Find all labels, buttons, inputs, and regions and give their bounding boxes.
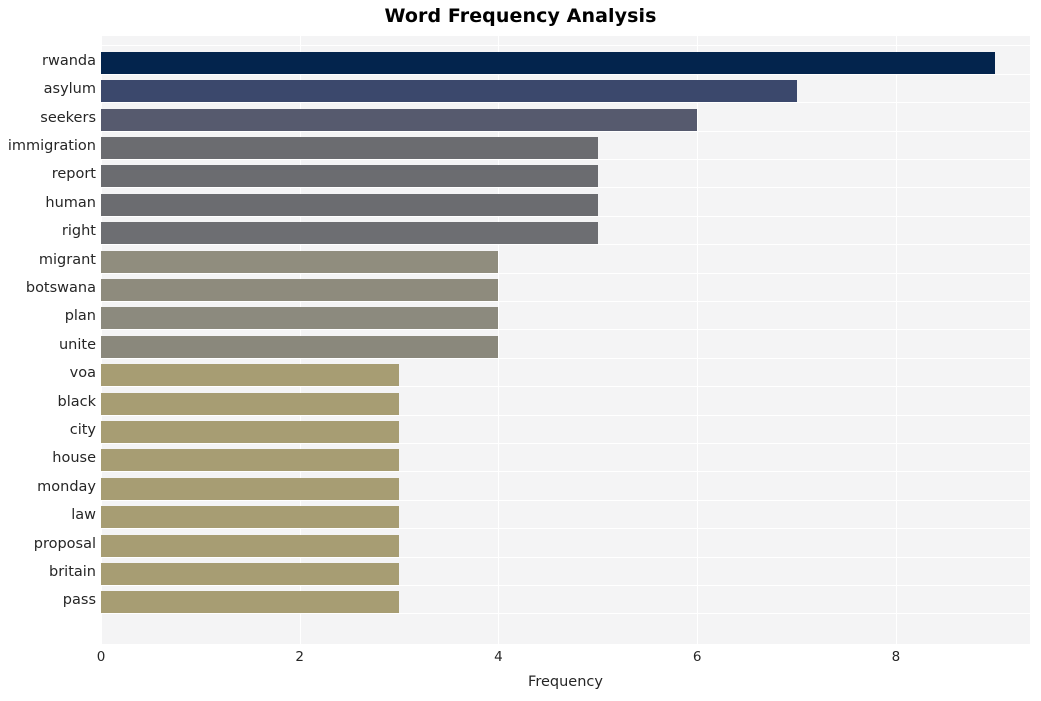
plot-area bbox=[101, 36, 1030, 644]
y-tick-label: botswana bbox=[25, 280, 96, 296]
y-tick-label: migrant bbox=[38, 251, 96, 268]
bar[interactable] bbox=[101, 279, 499, 301]
y-tick-label: black bbox=[57, 393, 97, 410]
bar-row bbox=[101, 503, 1030, 531]
y-tick-label: asylum bbox=[43, 81, 96, 98]
bar-row bbox=[101, 191, 1030, 219]
bar-row bbox=[101, 446, 1030, 474]
bar[interactable] bbox=[101, 307, 499, 330]
y-axis-tick-labels: rwanda asylum seekers immigration report huma… bbox=[0, 36, 96, 644]
bar[interactable] bbox=[101, 250, 499, 273]
bar-row bbox=[101, 49, 1030, 77]
x-tick-label: 8 bbox=[891, 649, 901, 665]
word-frequency-bar-chart: Word Frequency Analysis rwanda asylum seek… bbox=[0, 0, 1041, 701]
bar[interactable] bbox=[101, 563, 400, 585]
bar-row bbox=[101, 588, 1030, 616]
bar[interactable] bbox=[101, 108, 698, 131]
chart-title: Word Frequency Analysis bbox=[384, 5, 657, 27]
bar-row bbox=[101, 276, 1030, 304]
bar[interactable] bbox=[101, 222, 598, 245]
y-tick-label: rwanda bbox=[42, 52, 96, 69]
y-tick-label: human bbox=[45, 194, 96, 211]
bar[interactable] bbox=[101, 364, 400, 387]
y-tick-label: report bbox=[51, 166, 96, 183]
bar[interactable] bbox=[101, 421, 400, 443]
y-tick-label: seekers bbox=[40, 109, 96, 126]
bar[interactable] bbox=[101, 534, 400, 557]
bar[interactable] bbox=[101, 449, 400, 472]
y-tick-label: unite bbox=[58, 336, 96, 353]
bar[interactable] bbox=[101, 80, 797, 103]
bar[interactable] bbox=[101, 51, 996, 74]
bar[interactable] bbox=[101, 591, 400, 614]
bar-row bbox=[101, 475, 1030, 503]
y-tick-label: proposal bbox=[33, 535, 96, 552]
bar[interactable] bbox=[101, 137, 598, 159]
x-axis-label: Frequency bbox=[528, 674, 603, 690]
bar-row bbox=[101, 219, 1030, 247]
bar[interactable] bbox=[101, 165, 598, 188]
y-tick-label: city bbox=[69, 422, 96, 438]
bar-row bbox=[101, 390, 1030, 418]
bar-row bbox=[101, 106, 1030, 134]
bar-row bbox=[101, 77, 1030, 105]
x-tick-label: 4 bbox=[494, 649, 503, 665]
bar-row bbox=[101, 333, 1030, 361]
bar-row bbox=[101, 560, 1030, 588]
bar-row bbox=[101, 134, 1030, 162]
bar[interactable] bbox=[101, 392, 400, 415]
y-tick-label: right bbox=[61, 223, 96, 240]
y-tick-label: voa bbox=[69, 365, 96, 382]
y-gridline bbox=[101, 45, 1030, 47]
bar-row bbox=[101, 304, 1030, 332]
bar[interactable] bbox=[101, 335, 499, 358]
y-tick-label: pass bbox=[62, 592, 96, 609]
y-tick-label: plan bbox=[64, 308, 96, 325]
x-tick-label: 2 bbox=[295, 649, 304, 665]
y-tick-label: monday bbox=[37, 478, 96, 495]
bar-row bbox=[101, 162, 1030, 190]
bar-row bbox=[101, 532, 1030, 560]
y-tick-label: britain bbox=[49, 564, 96, 580]
bar[interactable] bbox=[101, 193, 598, 216]
y-tick-label: law bbox=[71, 507, 96, 524]
x-tick-label: 6 bbox=[692, 649, 702, 665]
bar-row bbox=[101, 361, 1030, 389]
x-axis-tick-labels: 0 2 4 6 8 bbox=[0, 649, 1041, 671]
bar[interactable] bbox=[101, 506, 400, 529]
x-tick-label: 0 bbox=[96, 649, 106, 665]
bar[interactable] bbox=[101, 477, 400, 500]
y-tick-label: immigration bbox=[7, 138, 96, 154]
y-tick-label: house bbox=[52, 450, 96, 467]
bar-row bbox=[101, 418, 1030, 446]
bar-row bbox=[101, 248, 1030, 276]
